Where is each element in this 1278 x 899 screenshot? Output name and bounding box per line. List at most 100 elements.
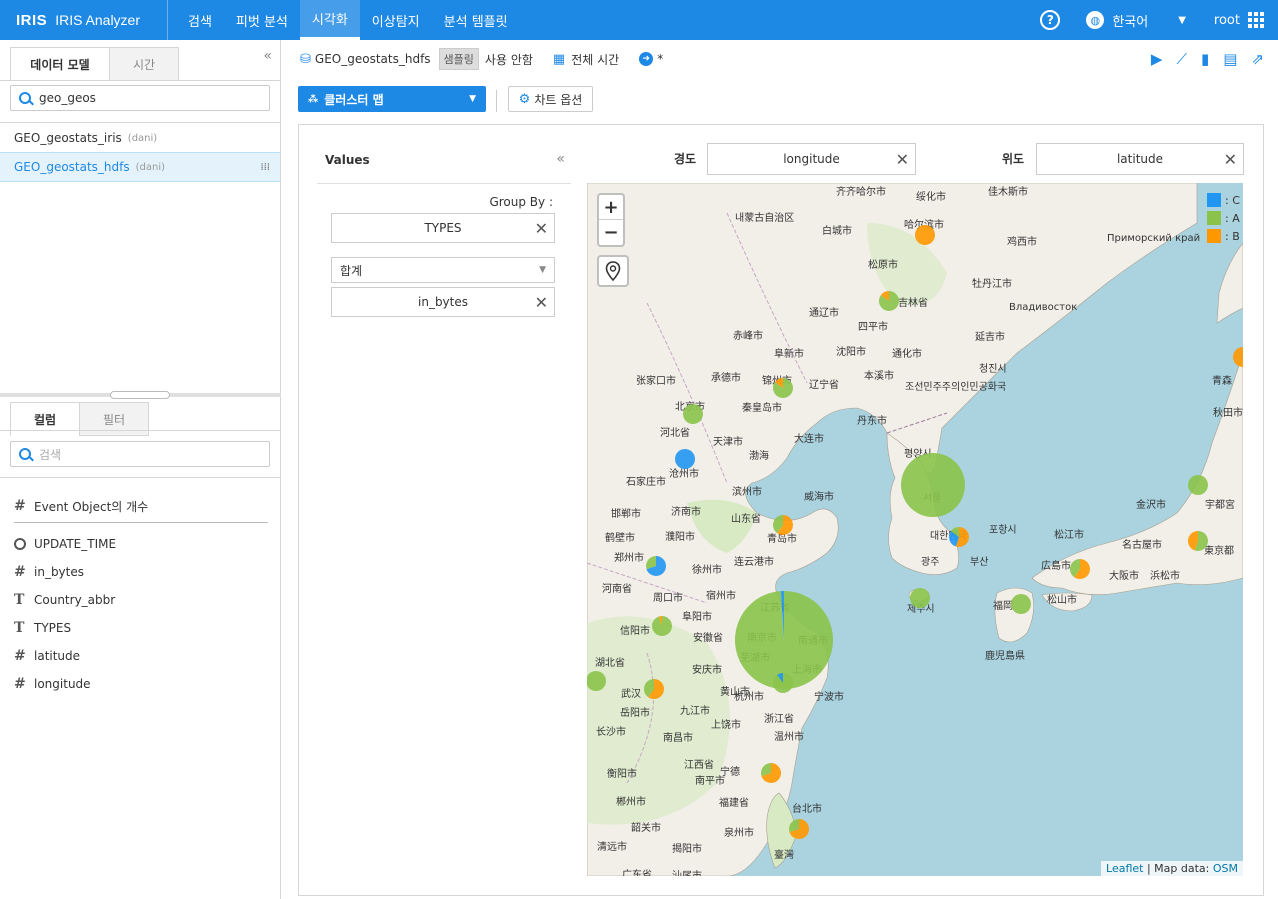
- time-range[interactable]: 전체 시간: [571, 51, 619, 68]
- brand[interactable]: IRIS IRIS Analyzer: [0, 0, 168, 40]
- close-icon[interactable]: ✕: [535, 219, 548, 238]
- chart-container: Values « Group By : TYPES ✕ 합계 ▼ in_byte…: [298, 124, 1264, 896]
- cluster-marker[interactable]: [1188, 475, 1208, 495]
- cluster-marker[interactable]: [910, 588, 930, 608]
- legend-label: : B: [1225, 229, 1240, 243]
- longitude-field[interactable]: longitude ✕: [707, 143, 916, 175]
- cluster-slice: [652, 616, 673, 636]
- cluster-marker[interactable]: [773, 378, 793, 398]
- sampling-badge[interactable]: 샘플링: [438, 48, 479, 70]
- model-search-input[interactable]: geo_geos: [10, 85, 270, 111]
- zoom-in-button[interactable]: +: [599, 195, 623, 220]
- model-owner: (dani): [127, 132, 158, 144]
- language-select[interactable]: 한국어: [1112, 11, 1148, 30]
- cluster-marker[interactable]: [646, 556, 666, 576]
- cluster-slice: [1233, 347, 1243, 367]
- map-legend: : C : A : B: [1207, 191, 1243, 251]
- close-icon[interactable]: ✕: [1224, 150, 1237, 169]
- model-item-hdfs[interactable]: GEO_geostats_hdfs (dani) ⁞⁞⁞: [0, 152, 280, 182]
- bookmark-icon[interactable]: ▮: [1201, 50, 1209, 68]
- cluster-marker[interactable]: [1233, 347, 1243, 367]
- cluster-marker[interactable]: [773, 515, 793, 535]
- cluster-marker[interactable]: [1188, 531, 1208, 551]
- cluster-slice: [901, 453, 965, 517]
- field-item[interactable]: T TYPES: [14, 614, 116, 642]
- chart-type-select[interactable]: ⁂ 클러스터 맵 ▼: [298, 86, 486, 112]
- apps-grid-icon[interactable]: [1248, 12, 1264, 28]
- number-type-icon: #: [14, 676, 26, 692]
- chart-options-label: 차트 옵션: [534, 92, 583, 107]
- play-icon[interactable]: ▶: [1151, 50, 1163, 68]
- cluster-marker[interactable]: [915, 225, 935, 245]
- drag-handle-icon[interactable]: ⁞⁞⁞: [260, 162, 270, 173]
- field-item[interactable]: # in_bytes: [14, 558, 116, 586]
- splitter-handle[interactable]: [110, 391, 170, 399]
- values-title: Values: [325, 153, 370, 167]
- value-field[interactable]: in_bytes ✕: [331, 287, 555, 317]
- leaflet-link[interactable]: Leaflet: [1106, 862, 1143, 875]
- field-item[interactable]: # longitude: [14, 670, 116, 698]
- nav-templates[interactable]: 분석 템플릿: [432, 0, 520, 40]
- report-icon[interactable]: ▤: [1223, 50, 1237, 68]
- chart-options-button[interactable]: ⚙ 차트 옵션: [508, 86, 593, 112]
- field-item[interactable]: # Event Object의 개수: [14, 492, 148, 520]
- group-by-value: TYPES: [424, 221, 462, 235]
- cluster-marker[interactable]: [1070, 559, 1090, 579]
- export-icon[interactable]: ⇗: [1251, 50, 1264, 68]
- collapse-left-icon[interactable]: «: [263, 48, 272, 64]
- close-icon[interactable]: ✕: [896, 150, 909, 169]
- model-name: GEO_geostats_iris: [14, 131, 122, 145]
- user-menu[interactable]: root: [1214, 13, 1240, 28]
- latitude-field[interactable]: latitude ✕: [1036, 143, 1244, 175]
- cluster-marker[interactable]: [644, 679, 665, 699]
- text-type-icon: T: [14, 592, 25, 608]
- attribution-text: | Map data:: [1143, 862, 1213, 875]
- location-marker-button[interactable]: [597, 255, 629, 287]
- tab-data-model[interactable]: 데이터 모델: [10, 47, 110, 81]
- chart-controls: ⁂ 클러스터 맵 ▼ ⚙ 차트 옵션: [282, 78, 1278, 122]
- dataset-name[interactable]: GEO_geostats_hdfs: [315, 52, 431, 66]
- close-icon[interactable]: ✕: [535, 293, 548, 312]
- arrow-right-icon[interactable]: ➜: [639, 52, 654, 66]
- aggregate-select[interactable]: 합계 ▼: [331, 257, 555, 283]
- zoom-control: + −: [597, 193, 625, 247]
- cluster-marker[interactable]: [949, 527, 970, 547]
- tab-time[interactable]: 시간: [109, 47, 179, 81]
- group-by-field[interactable]: TYPES ✕: [331, 213, 555, 243]
- top-right-controls: ? ◍ 한국어 ▼ root: [1040, 0, 1278, 40]
- cluster-marker[interactable]: [683, 404, 703, 424]
- latitude-label: 위도: [1002, 152, 1025, 166]
- cluster-map[interactable]: 내蒙古自治区齐齐哈尔市绥化市佳木斯市哈尔滨市白城市鸡西市Приморский к…: [587, 183, 1243, 876]
- collapse-values-icon[interactable]: «: [556, 151, 565, 167]
- osm-link[interactable]: OSM: [1213, 862, 1238, 875]
- cluster-marker[interactable]: [761, 763, 781, 783]
- chevron-down-icon[interactable]: ▼: [1178, 15, 1186, 26]
- field-search-input[interactable]: 검색: [10, 441, 270, 467]
- value-field-name: in_bytes: [418, 295, 468, 309]
- cluster-marker[interactable]: [587, 671, 606, 691]
- nav-visualization[interactable]: 시각화: [299, 0, 360, 40]
- line-chart-icon[interactable]: ⟋: [1176, 50, 1187, 68]
- calendar-icon: ▦: [552, 51, 566, 67]
- sampling-state[interactable]: 사용 안함: [485, 51, 533, 68]
- nav-pivot[interactable]: 피벗 분석: [224, 0, 300, 40]
- nav-search[interactable]: 검색: [176, 0, 224, 40]
- left-panel: 데이터 모델 시간 « geo_geos GEO_geostats_iris (…: [0, 40, 281, 899]
- nav-anomaly[interactable]: 이상탐지: [360, 0, 432, 40]
- cluster-marker[interactable]: [789, 819, 809, 839]
- field-search-placeholder: 검색: [39, 447, 62, 462]
- cluster-marker[interactable]: [879, 291, 899, 311]
- model-item-iris[interactable]: GEO_geostats_iris (dani): [0, 123, 280, 153]
- cluster-marker[interactable]: [773, 673, 793, 693]
- field-item[interactable]: T Country_abbr: [14, 586, 116, 614]
- latitude-value: latitude: [1116, 152, 1164, 166]
- number-type-icon: #: [14, 498, 26, 514]
- field-item[interactable]: # latitude: [14, 642, 116, 670]
- cluster-marker[interactable]: [652, 616, 673, 636]
- field-item[interactable]: UPDATE_TIME: [14, 530, 116, 558]
- zoom-out-button[interactable]: −: [599, 220, 623, 245]
- help-icon[interactable]: ?: [1040, 10, 1061, 30]
- cluster-marker[interactable]: [1011, 594, 1031, 614]
- cluster-marker[interactable]: [901, 453, 965, 517]
- cluster-marker[interactable]: [675, 449, 695, 469]
